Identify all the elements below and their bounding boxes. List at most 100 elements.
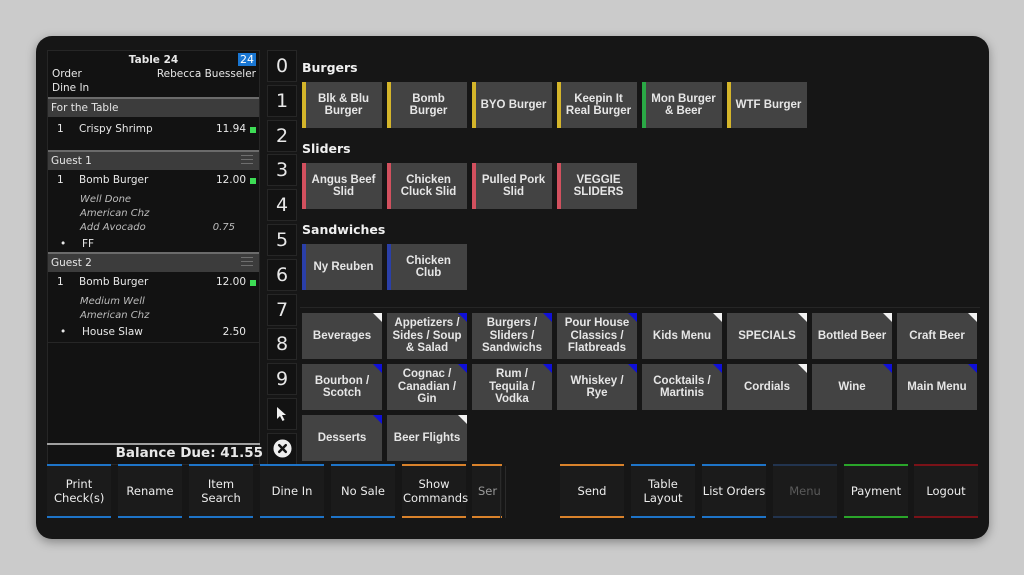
send-button[interactable]: Send: [560, 464, 624, 518]
key-1[interactable]: 1: [267, 84, 297, 117]
line-price: 11.94: [215, 123, 246, 135]
menu-nav-button[interactable]: Bourbon / Scotch: [302, 364, 382, 410]
button-accent-bar: [560, 464, 624, 466]
key-5[interactable]: 5: [267, 223, 297, 256]
order-line[interactable]: 1 Bomb Burger 12.00: [48, 173, 259, 188]
toolbar-button-label: Item Search: [201, 477, 241, 505]
table-layout-button[interactable]: Table Layout: [631, 464, 695, 518]
ser-button[interactable]: Ser: [472, 464, 502, 518]
toolbar-button-label: Send: [577, 484, 607, 498]
key-0[interactable]: 0: [267, 50, 297, 82]
menu-item-button[interactable]: Angus Beef Slid: [302, 163, 382, 209]
menu-nav-label: Cognac / Canadian / Gin: [397, 368, 457, 406]
menu-nav-button[interactable]: Whiskey / Rye: [557, 364, 637, 410]
menu-corner-icon: [798, 313, 807, 322]
modifier-name: Add Avocado: [80, 222, 146, 233]
menu-item-button[interactable]: BYO Burger: [472, 82, 552, 128]
submenu-corner-icon: [543, 364, 552, 373]
toolbar-button-label: Print Check(s): [54, 477, 105, 505]
menu-nav-button[interactable]: Beverages: [302, 313, 382, 359]
menu-item-button[interactable]: Chicken Cluck Slid: [387, 163, 467, 209]
show-commands-button[interactable]: Show Commands: [402, 464, 468, 518]
menu-item-button[interactable]: Blk & Blu Burger: [302, 82, 382, 128]
menu-nav-button[interactable]: Main Menu: [897, 364, 977, 410]
drag-handle-icon[interactable]: [241, 257, 253, 268]
menu-item-button[interactable]: WTF Burger: [727, 82, 807, 128]
menu-nav-button[interactable]: Appetizers / Sides / Soup & Salad: [387, 313, 467, 359]
sent-indicator-icon: [250, 280, 256, 286]
menu-nav-button[interactable]: Craft Beer: [897, 313, 977, 359]
menu-item-button[interactable]: Bomb Burger: [387, 82, 467, 128]
key-3[interactable]: 3: [267, 154, 297, 187]
key-7[interactable]: 7: [267, 293, 297, 326]
key-2[interactable]: 2: [267, 119, 297, 152]
seat-header[interactable]: Guest 2: [48, 252, 259, 272]
menu-corner-icon: [458, 415, 467, 424]
seat-header[interactable]: For the Table: [48, 97, 259, 117]
no-sale-button[interactable]: No Sale: [331, 464, 395, 518]
toolbar-divider: [500, 466, 501, 518]
menu-nav-button[interactable]: Desserts: [302, 415, 382, 461]
order-panel: Table 24 24 Order Rebecca Buesseler Dine…: [47, 50, 260, 465]
order-line[interactable]: 1 Crispy Shrimp 11.94: [48, 122, 259, 137]
logout-button[interactable]: Logout: [914, 464, 978, 518]
key-9[interactable]: 9: [267, 363, 297, 396]
menu-item-button[interactable]: Keepin It Real Burger: [557, 82, 637, 128]
seat-label: For the Table: [51, 102, 119, 114]
menu-item-label: Mon Burger & Beer: [651, 92, 716, 118]
sent-indicator-icon: [250, 178, 256, 184]
menu-item-button[interactable]: VEGGIE SLIDERS: [557, 163, 637, 209]
submenu-corner-icon: [458, 313, 467, 322]
toolbar-button-label: List Orders: [702, 484, 766, 498]
submenu-corner-icon: [628, 313, 637, 322]
side-line[interactable]: • FF: [48, 237, 259, 252]
toolbar-button-label: No Sale: [341, 484, 385, 498]
key-4[interactable]: 4: [267, 189, 297, 222]
pointer-key[interactable]: [267, 397, 297, 430]
menu-item-button[interactable]: Pulled Pork Slid: [472, 163, 552, 209]
menu-nav-button[interactable]: Bottled Beer: [812, 313, 892, 359]
menu-nav-button[interactable]: Wine: [812, 364, 892, 410]
menu-nav-label: Main Menu: [907, 380, 967, 393]
category-color-stripe: [387, 244, 391, 290]
clear-key[interactable]: [267, 432, 297, 465]
menu-nav-button[interactable]: Cognac / Canadian / Gin: [387, 364, 467, 410]
print-check-s-button[interactable]: Print Check(s): [47, 464, 111, 518]
dine-in-button[interactable]: Dine In: [260, 464, 324, 518]
menu-item-button[interactable]: Ny Reuben: [302, 244, 382, 290]
menu-nav-label: Desserts: [317, 431, 367, 444]
menu-nav-button[interactable]: Kids Menu: [642, 313, 722, 359]
seat-header[interactable]: Guest 1: [48, 150, 259, 170]
table-title: Table 24: [128, 54, 179, 66]
side-line[interactable]: • House Slaw 2.50: [48, 325, 259, 340]
menu-nav-button[interactable]: Cocktails / Martinis: [642, 364, 722, 410]
list-orders-button[interactable]: List Orders: [702, 464, 766, 518]
table-number-badge[interactable]: 24: [238, 53, 256, 66]
menu-corner-icon: [373, 313, 382, 322]
submenu-corner-icon: [883, 364, 892, 373]
order-line[interactable]: 1 Bomb Burger 12.00: [48, 275, 259, 290]
drag-handle-icon[interactable]: [241, 155, 253, 166]
menu-item-button[interactable]: Mon Burger & Beer: [642, 82, 722, 128]
submenu-corner-icon: [543, 313, 552, 322]
item-search-button[interactable]: Item Search: [189, 464, 253, 518]
menu-nav-button[interactable]: Rum / Tequila / Vodka: [472, 364, 552, 410]
menu-nav-button[interactable]: Cordials: [727, 364, 807, 410]
button-accent-bar: [47, 516, 111, 518]
menu-nav-button[interactable]: SPECIALS: [727, 313, 807, 359]
menu-nav-label: Cordials: [743, 380, 790, 393]
menu-nav-button[interactable]: Burgers / Sliders / Sandwichs: [472, 313, 552, 359]
menu-nav-label: Craft Beer: [909, 329, 965, 342]
menu-nav-button[interactable]: Pour House Classics / Flatbreads: [557, 313, 637, 359]
menu-item-button[interactable]: Chicken Club: [387, 244, 467, 290]
seat-label: Guest 1: [51, 155, 92, 167]
modifier-line: Add Avocado 0.75: [48, 221, 259, 235]
key-8[interactable]: 8: [267, 328, 297, 361]
modifier-name: American Chz: [80, 310, 150, 321]
rename-button[interactable]: Rename: [118, 464, 182, 518]
menu-nav-button[interactable]: Beer Flights: [387, 415, 467, 461]
key-6[interactable]: 6: [267, 258, 297, 291]
payment-button[interactable]: Payment: [844, 464, 908, 518]
button-accent-bar: [260, 464, 324, 466]
toolbar-button-label: Logout: [926, 484, 966, 498]
